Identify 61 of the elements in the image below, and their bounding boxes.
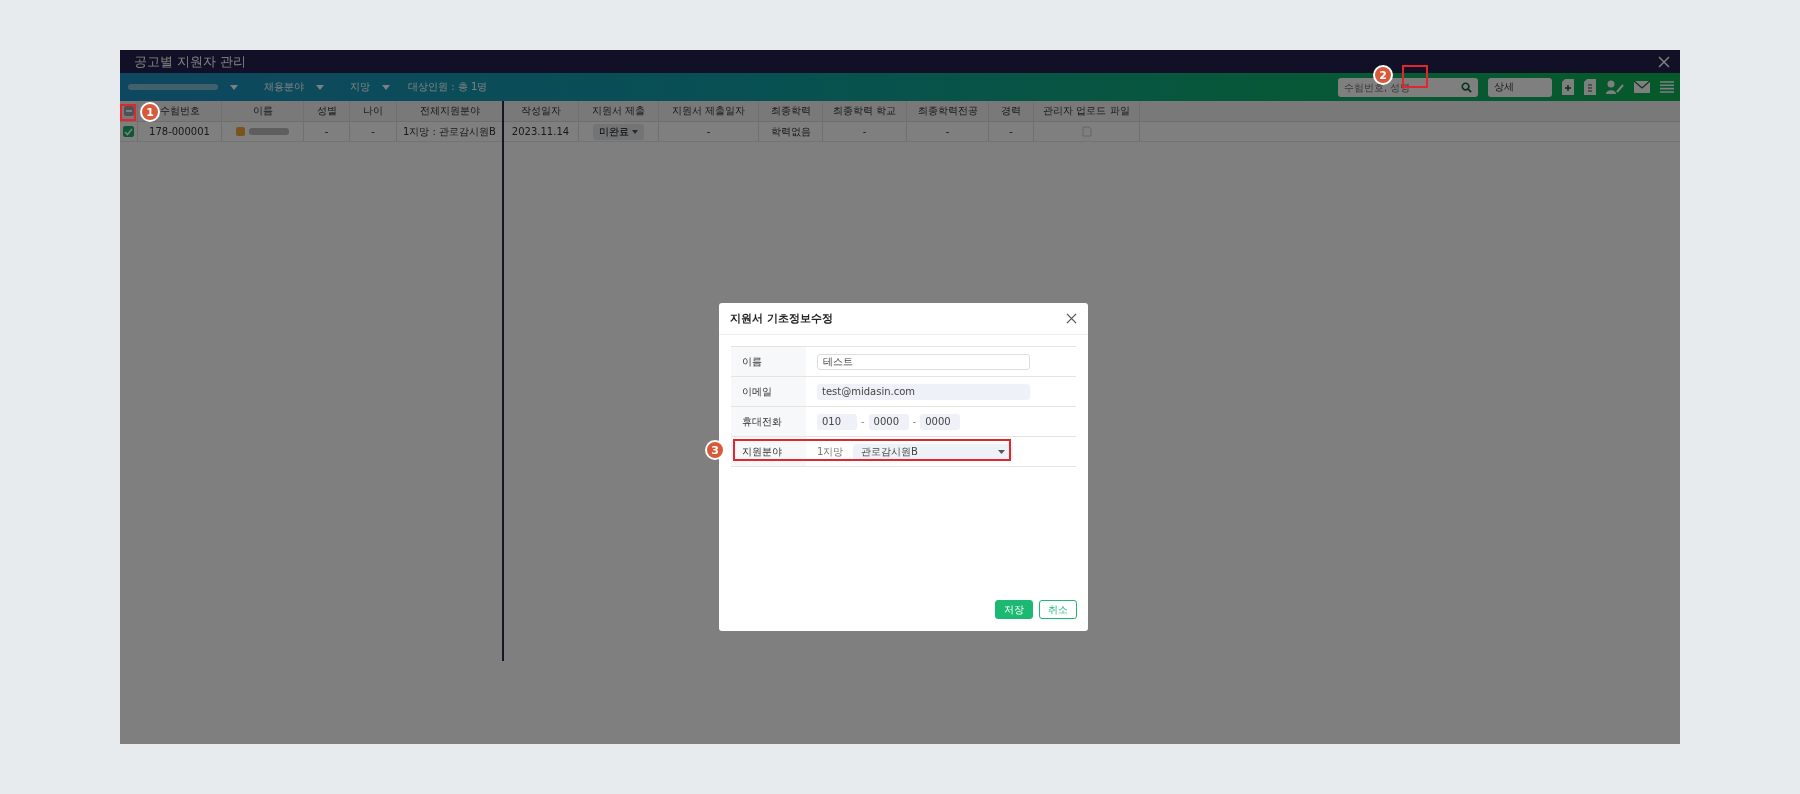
- caret-icon: [230, 84, 238, 90]
- window-title: 공고별 지원자 관리: [134, 52, 247, 71]
- phone-field[interactable]: 0000: [920, 413, 961, 430]
- detail-dropdown[interactable]: 상세: [1488, 77, 1552, 97]
- column-header[interactable]: 최종학력 학교: [823, 101, 907, 121]
- field-label: 이메일: [742, 384, 772, 399]
- document-icon[interactable]: [1584, 79, 1596, 95]
- file-icon[interactable]: [1081, 126, 1092, 137]
- email-field[interactable]: test@midasin.com: [817, 383, 1030, 400]
- column-header[interactable]: 최종학력: [759, 101, 823, 121]
- column-header[interactable]: 지원서 제출일자: [659, 101, 759, 121]
- save-button[interactable]: 저장: [995, 600, 1033, 619]
- table-cell: -: [371, 126, 375, 137]
- column-header[interactable]: 지원서 제출: [579, 101, 659, 121]
- phone-field[interactable]: 0000: [868, 413, 909, 430]
- table-cell: 178-000001: [149, 126, 210, 137]
- column-header[interactable]: 경력: [989, 101, 1034, 121]
- caret-icon: [316, 84, 324, 90]
- close-icon[interactable]: [1066, 313, 1077, 324]
- table-cell: -: [945, 126, 950, 137]
- step-badge: 3: [705, 440, 725, 460]
- name-field[interactable]: 테스트: [817, 353, 1030, 370]
- filter-dropdown[interactable]: 채용분야: [256, 80, 332, 94]
- table-cell: 학력없음: [770, 124, 811, 139]
- row-checkbox[interactable]: [123, 126, 134, 137]
- caret-icon: [632, 129, 638, 134]
- table-cell: 2023.11.14: [511, 126, 570, 137]
- table-cell: -: [1009, 126, 1013, 137]
- phone-separator: -: [912, 416, 917, 427]
- choice-rank: 1지망: [817, 444, 845, 459]
- table-cell: 1지망 : 관로감시원B: [403, 124, 496, 139]
- caret-icon: [998, 449, 1005, 454]
- field-label: 휴대전화: [742, 414, 782, 429]
- field-label: 지원분야: [742, 444, 782, 459]
- column-header[interactable]: 이름: [222, 101, 304, 121]
- table-cell: -: [324, 126, 329, 137]
- caret-icon: [382, 84, 390, 90]
- table-cell: -: [706, 126, 711, 137]
- user-edit-icon[interactable]: [1606, 80, 1624, 94]
- photo-icon: [236, 127, 245, 136]
- status-dropdown[interactable]: 미완료: [593, 123, 644, 140]
- search-icon[interactable]: [1461, 81, 1472, 93]
- phone-separator: -: [861, 416, 865, 427]
- table-cell: -: [862, 126, 867, 137]
- phone-field[interactable]: 010: [817, 413, 857, 430]
- column-header[interactable]: 관리자 업로드 파일: [1034, 101, 1140, 121]
- column-header[interactable]: 최종학력전공: [907, 101, 989, 121]
- list-icon[interactable]: [1660, 81, 1674, 93]
- document-add-icon[interactable]: [1562, 79, 1574, 95]
- applicant-count: 대상인원 : 총 1명: [408, 80, 488, 94]
- highlight-frame: [120, 104, 136, 121]
- cancel-button[interactable]: 취소: [1039, 600, 1077, 619]
- column-header[interactable]: 나이: [350, 101, 397, 121]
- blurred-name: [249, 128, 289, 135]
- field-select[interactable]: 관로감시원B: [853, 443, 1013, 460]
- column-header[interactable]: 성별: [304, 101, 350, 121]
- mail-icon[interactable]: [1634, 81, 1650, 93]
- select-all-checkbox[interactable]: [123, 106, 134, 116]
- filter-dropdown[interactable]: 지망: [342, 80, 398, 94]
- dialog-title: 지원서 기초정보수정: [730, 311, 833, 326]
- field-label: 이름: [742, 354, 762, 369]
